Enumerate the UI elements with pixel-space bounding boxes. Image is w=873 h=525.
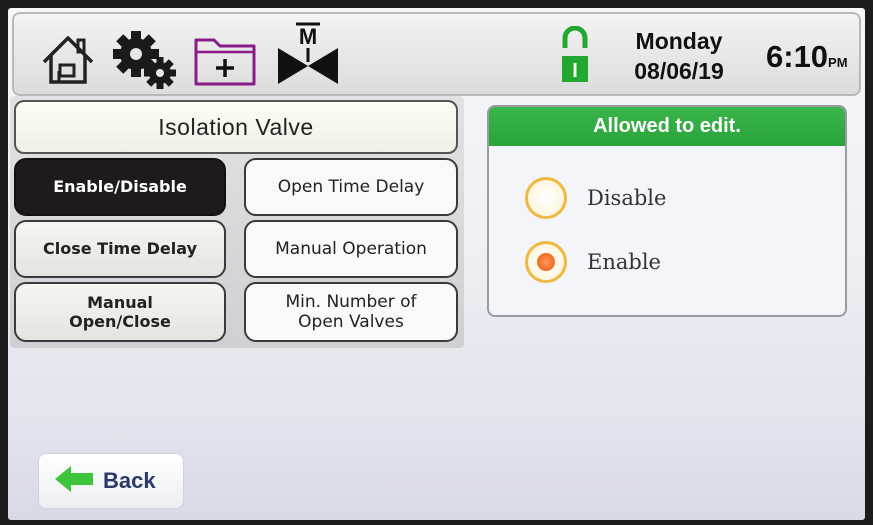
manual-open-close-line2: Open/Close (69, 312, 171, 331)
manual-valve-letter: M (299, 24, 317, 49)
home-icon[interactable] (40, 32, 96, 86)
manual-valve-icon[interactable]: M (272, 22, 344, 90)
disable-option[interactable]: Disable (525, 177, 666, 219)
add-folder-icon[interactable] (192, 32, 260, 88)
edit-panel: Allowed to edit. Disable Enable (487, 105, 847, 317)
date-value: 08/06/19 (634, 58, 724, 84)
gear-icon[interactable] (110, 28, 180, 90)
enable-radio[interactable] (525, 241, 567, 283)
clock-ampm: PM (828, 55, 848, 70)
manual-open-close-line1: Manual (87, 292, 153, 312)
enable-label: Enable (587, 250, 661, 274)
svg-text:I: I (572, 60, 578, 82)
back-label: Back (103, 468, 156, 493)
disable-label: Disable (587, 186, 667, 210)
close-time-delay-button[interactable]: Close Time Delay (14, 220, 226, 278)
min-open-valves-button[interactable]: Min. Number of Open Valves (244, 282, 458, 342)
back-arrow-icon (53, 464, 95, 498)
clock: 6:10PM (766, 39, 848, 75)
edit-panel-header: Allowed to edit. (489, 107, 845, 146)
open-time-delay-button[interactable]: Open Time Delay (244, 158, 458, 216)
manual-open-close-button[interactable]: Manual Open/Close (14, 282, 226, 342)
header-bar: M I Monday 08/06/19 6:10PM (12, 12, 861, 96)
enable-disable-button[interactable]: Enable/Disable (14, 158, 226, 216)
back-button[interactable]: Back (38, 453, 184, 509)
min-open-valves-line2: Open Valves (298, 312, 404, 332)
page-title: Isolation Valve (14, 100, 458, 154)
clock-time: 6:10 (766, 39, 829, 74)
touch-screen: M I Monday 08/06/19 6:10PM Isolation Val… (8, 8, 865, 520)
manual-operation-button[interactable]: Manual Operation (244, 220, 458, 278)
date-day: Monday (635, 28, 723, 54)
lock-icon: I (558, 26, 592, 86)
min-open-valves-line1: Min. Number of (285, 291, 417, 312)
enable-option[interactable]: Enable (525, 241, 661, 283)
disable-radio[interactable] (525, 177, 567, 219)
